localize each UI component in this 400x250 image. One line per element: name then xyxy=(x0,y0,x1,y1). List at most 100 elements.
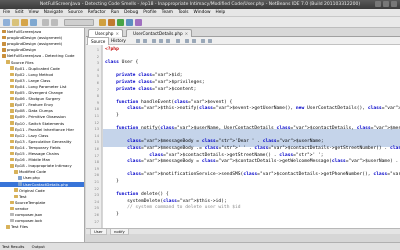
test-results-tab[interactable]: Test Results xyxy=(2,244,24,249)
new-file-icon[interactable] xyxy=(12,19,19,26)
menu-item-run[interactable]: Run xyxy=(111,10,119,15)
tree-item[interactable]: NetFullScreenJava xyxy=(0,29,84,34)
find-icon[interactable] xyxy=(152,39,156,43)
tree-item[interactable]: Ep12 - Lazy Class xyxy=(0,133,84,138)
run-icon[interactable] xyxy=(117,19,124,26)
menu-item-navigate[interactable]: Navigate xyxy=(44,10,63,15)
tree-item[interactable]: Ep07 - Feature Envy xyxy=(0,102,84,107)
tree-item[interactable]: User.php xyxy=(0,175,84,180)
tree-item[interactable]: Ep13 - Speculative Generality xyxy=(0,139,84,144)
code-line[interactable]: class User { xyxy=(105,60,138,66)
back-icon[interactable] xyxy=(136,39,140,43)
tree-item[interactable]: UserContactDetails.php xyxy=(0,181,84,187)
clean-build-icon[interactable] xyxy=(108,19,115,26)
debug-icon[interactable] xyxy=(126,19,133,26)
history-view-button[interactable]: History xyxy=(108,37,129,45)
undo-icon[interactable] xyxy=(42,19,49,26)
code-line[interactable]: private class="var">$id; xyxy=(105,73,182,79)
code-line[interactable]: class="var">$messageBody .= class="str">… xyxy=(105,146,400,152)
menu-item-window[interactable]: Window xyxy=(194,10,211,15)
code-editor[interactable]: <?php class User { private class="var">$i… xyxy=(103,45,400,228)
code-line[interactable]: // system command to delete user with $i… xyxy=(105,205,240,211)
code-line[interactable]: private class="var">$content; xyxy=(105,87,196,93)
output-tab[interactable]: Output xyxy=(32,244,45,249)
menu-item-source[interactable]: Source xyxy=(68,10,83,15)
code-line[interactable]: class="var">$contactDetails->getStreetNa… xyxy=(105,153,323,159)
redo-icon[interactable] xyxy=(51,19,58,26)
close-icon[interactable] xyxy=(391,1,397,7)
tree-item[interactable]: Ep01 - Duplicated Code xyxy=(0,66,84,71)
tree-item[interactable]: Test xyxy=(0,194,84,199)
code-line[interactable]: systemDelete(class="var">$this->id); xyxy=(105,199,227,205)
menu-item-edit[interactable]: Edit xyxy=(15,10,23,15)
tree-item[interactable]: Ep14 - Temporary Fields xyxy=(0,145,84,150)
tree-item[interactable]: Test Files xyxy=(0,224,84,229)
code-line[interactable]: <?php xyxy=(105,47,119,53)
code-line[interactable]: class="var">$this->notify(class="var">$e… xyxy=(105,106,400,112)
tree-item[interactable]: composer.json xyxy=(0,212,84,217)
configuration-select[interactable] xyxy=(64,19,94,26)
tree-item[interactable]: Ep05 - Divergent Change xyxy=(0,90,84,95)
menu-item-team[interactable]: Team xyxy=(162,10,173,15)
new-project-icon[interactable] xyxy=(3,19,10,26)
shift-left-icon[interactable] xyxy=(185,39,189,43)
menu-item-view[interactable]: View xyxy=(29,10,39,15)
breadcrumb-method-notify[interactable]: notify xyxy=(110,229,129,235)
toggle-bookmark-icon[interactable] xyxy=(176,39,180,43)
code-line[interactable]: class="var">$messageBody = class="var">$… xyxy=(105,159,400,165)
find-previous-icon[interactable] xyxy=(159,39,163,43)
tab-user-contact-details-php[interactable]: UserContactDetails.php × xyxy=(126,29,193,37)
find-next-icon[interactable] xyxy=(166,39,170,43)
tree-item[interactable]: composer.lock xyxy=(0,218,84,223)
tree-item[interactable]: Ep16 - Middle Man xyxy=(0,157,84,162)
tree-item[interactable]: progAndDesign (assignment) xyxy=(0,35,84,40)
code-line[interactable]: } xyxy=(105,113,119,119)
menu-item-file[interactable]: File xyxy=(3,10,10,15)
breadcrumb-class-user[interactable]: User xyxy=(90,229,107,235)
open-project-icon[interactable] xyxy=(21,19,28,26)
close-tab-icon[interactable]: × xyxy=(115,31,119,36)
source-view-button[interactable]: Source xyxy=(87,37,110,45)
tree-item[interactable]: Ep03 - Large Class xyxy=(0,78,84,83)
build-icon[interactable] xyxy=(99,19,106,26)
tree-item[interactable]: SourceTemplate xyxy=(0,200,84,205)
comment-icon[interactable] xyxy=(201,39,205,43)
tree-item[interactable]: Ep08 - Data Clumps xyxy=(0,108,84,113)
tree-item[interactable]: Ep06 - Shotgun Surgery xyxy=(0,96,84,101)
tree-item[interactable]: Original Code xyxy=(0,188,84,193)
close-tab-icon[interactable]: × xyxy=(185,31,189,36)
shift-right-icon[interactable] xyxy=(192,39,196,43)
tree-item[interactable]: Ep04 - Long Parameter List xyxy=(0,84,84,89)
code-line[interactable]: } xyxy=(105,212,119,218)
uncomment-icon[interactable] xyxy=(208,39,212,43)
menu-item-debug[interactable]: Debug xyxy=(124,10,138,15)
code-line[interactable]: } xyxy=(105,179,119,185)
profile-icon[interactable] xyxy=(135,19,142,26)
tree-item[interactable]: Source Files xyxy=(0,60,84,65)
code-line[interactable]: class="var">$messageBody = class="str">'… xyxy=(105,139,323,145)
tree-item[interactable]: Ep09 - Primitive Obsession xyxy=(0,114,84,119)
tree-item[interactable]: Ep02 - Long Method xyxy=(0,72,84,77)
code-line[interactable]: function delete() { xyxy=(105,192,169,198)
tree-item[interactable]: Modified Code xyxy=(0,169,84,174)
tree-item[interactable]: Ep15 - Message Chains xyxy=(0,151,84,156)
forward-icon[interactable] xyxy=(143,39,147,43)
code-line[interactable]: class="var">$notificationService->sendSM… xyxy=(105,172,400,178)
menu-item-profile[interactable]: Profile xyxy=(143,10,156,15)
maximize-icon[interactable] xyxy=(383,1,389,7)
tree-item[interactable]: vendor xyxy=(0,206,84,211)
tree-item[interactable]: progAndDesign xyxy=(0,47,84,52)
code-line[interactable]: function notify(class="var">$userName, U… xyxy=(105,126,400,132)
code-line[interactable]: private class="var">$privileges; xyxy=(105,80,205,86)
tree-item[interactable]: Ep18 - Inappropriate Intimacy xyxy=(0,163,84,168)
minimize-icon[interactable] xyxy=(375,1,381,7)
save-all-icon[interactable] xyxy=(30,19,37,26)
code-line[interactable]: function handleEvent(class="var">$event)… xyxy=(105,100,232,106)
tree-item[interactable]: progAndDesign (assignment) xyxy=(0,41,84,46)
tree-item[interactable]: Ep10 - Switch Statements xyxy=(0,121,84,126)
tree-item[interactable]: Ep11 - Parallel Inheritance Hier xyxy=(0,127,84,132)
menu-item-refactor[interactable]: Refactor xyxy=(88,10,106,15)
tree-item[interactable]: NetFullScreenJava - Detecting Code xyxy=(0,53,84,58)
menu-item-tools[interactable]: Tools xyxy=(178,10,189,15)
menu-item-help[interactable]: Help xyxy=(215,10,225,15)
